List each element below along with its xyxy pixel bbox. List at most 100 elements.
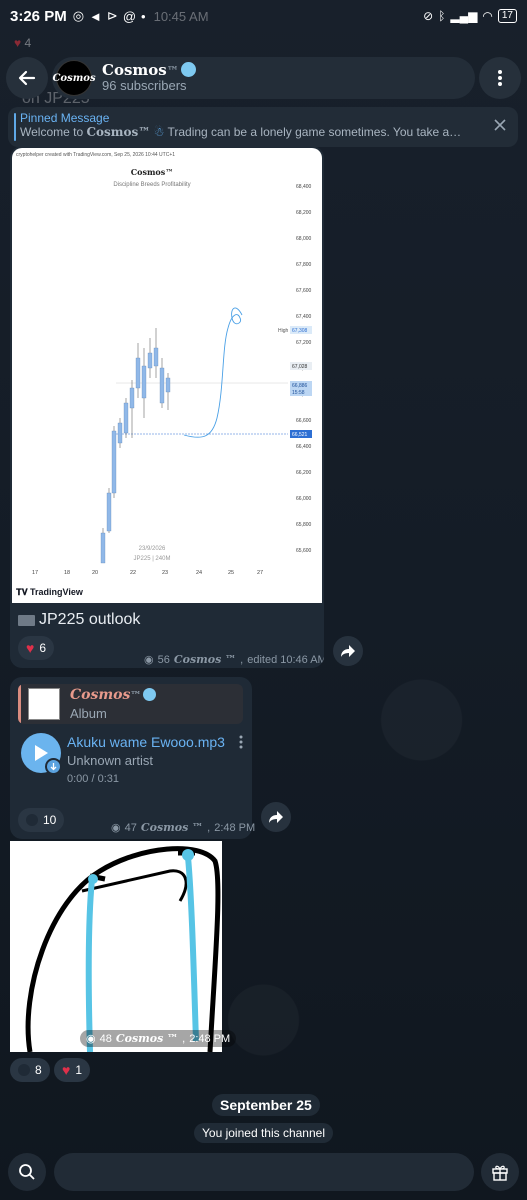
heart-reaction[interactable]: ♥ 1 (54, 1058, 90, 1082)
whatsapp-icon: ◎ (72, 8, 85, 23)
candle-body (141, 365, 147, 399)
price-tick-label: 66,000 (296, 496, 312, 502)
audio-menu-button[interactable] (239, 735, 243, 754)
price-tick-label: 68,400 (296, 184, 312, 190)
chart-header-note: cryptohelper created with TradingView.co… (16, 152, 175, 158)
time-tick-label: 20 (92, 570, 98, 576)
gift-button[interactable] (481, 1153, 519, 1191)
share-button[interactable] (261, 802, 291, 832)
price-box-1-value: 66,886 (292, 383, 308, 389)
view-count: 56 (157, 653, 170, 666)
more-vertical-icon (239, 735, 243, 749)
notification-icons: ◎ ◄ ⊳ @ • (73, 8, 146, 24)
message-audio-post[interactable]: Cosmos™ Album Akuku wame Ewooo.mp3 Unkno… (10, 677, 255, 839)
at-icon: @ (122, 8, 137, 24)
trademark-text: ™ (166, 63, 179, 78)
close-pinned-button[interactable] (494, 118, 506, 136)
channel-name-text: Cosmos (102, 60, 167, 79)
heart-icon: ♥ (62, 1062, 71, 1078)
more-menu-button[interactable] (479, 57, 521, 99)
download-button[interactable] (45, 758, 62, 775)
candles (100, 328, 171, 564)
date-separator: September 25 (212, 1094, 320, 1116)
time-tick-label: 27 (257, 570, 263, 576)
view-count: 47 (124, 821, 137, 834)
telegram-icon: ◄ (89, 8, 102, 24)
time-axis: 17 18 20 22 23 24 25 27 (32, 570, 263, 576)
signer: Cosmos ™ (173, 653, 237, 666)
reaction-chip[interactable]: 10 (18, 808, 65, 832)
watermark-symbol: JP225 | 240M (134, 556, 171, 562)
message-chart-post[interactable]: cryptohelper created with TradingView.co… (10, 146, 324, 668)
time-tick-label: 18 (64, 570, 70, 576)
search-button[interactable] (8, 1153, 46, 1191)
gift-icon (492, 1165, 508, 1181)
reaction-count: 8 (35, 1063, 42, 1077)
avatar-logo-text: Cosmos (52, 72, 96, 84)
pinned-message-bar[interactable]: Pinned Message Welcome to Cosmos™ ☃ Trad… (8, 107, 518, 147)
tradingview-chart: cryptohelper created with TradingView.co… (16, 152, 312, 597)
channel-title: Cosmos™ (102, 60, 196, 79)
price-tick-label: 66,200 (296, 470, 312, 476)
time-tick-label: 23 (162, 570, 168, 576)
price-tick-label: 66,400 (296, 444, 312, 450)
audio-title: Akuku wame Ewooo.mp3 (67, 734, 225, 750)
status-bar: 3:26 PM ◎ ◄ ⊳ @ • 10:45 AM ⊘ ᛒ ▂▄▆ ◠ 17 (0, 0, 527, 32)
tradingview-logo: 𝐓𝐕 (16, 587, 29, 597)
crying-sticker[interactable]: ◉ 48 Cosmos ™, 2:48 PM (10, 841, 237, 1053)
chart-image[interactable]: cryptohelper created with TradingView.co… (12, 148, 322, 603)
back-button[interactable] (6, 57, 48, 99)
bottom-input[interactable] (54, 1153, 474, 1191)
channel-avatar[interactable]: Cosmos (52, 60, 96, 96)
bluetooth-icon: ᛒ (438, 9, 446, 23)
ghost-time: 10:45 AM (153, 8, 209, 24)
reaction-emoji-icon (18, 1064, 30, 1076)
price-tick-label: 67,400 (296, 314, 312, 320)
view-count: 48 (99, 1032, 112, 1045)
price-box-1-sub: 15:58 (292, 390, 305, 396)
candle-body (165, 377, 171, 393)
eye-icon: ◉ (86, 1033, 96, 1045)
heart-reaction[interactable]: ♥ 6 (18, 636, 54, 660)
subscriber-count: 96 subscribers (102, 78, 187, 94)
time-tick-label: 24 (196, 570, 202, 576)
message-meta: ◉ 56 Cosmos ™, edited 10:46 AM (144, 653, 324, 666)
search-icon (19, 1164, 35, 1180)
high-label: High (278, 328, 289, 334)
ghost-reaction: ♥ 4 (14, 36, 32, 50)
pinned-label: Pinned Message (20, 111, 110, 125)
chart-subtitle: Discipline Breeds Profitability (113, 182, 190, 188)
channel-info[interactable]: Cosmos Cosmos™ 96 subscribers (52, 57, 475, 99)
candle-body (117, 422, 123, 444)
flag-icon (18, 614, 35, 626)
high-value: 67,308 (292, 328, 308, 334)
eye-icon: ◉ (111, 822, 121, 834)
current-price: 67,028 (292, 364, 308, 370)
share-button[interactable] (333, 636, 363, 666)
reaction-count: 1 (75, 1063, 82, 1077)
projection-arrow (183, 307, 243, 438)
reaction-count: 6 (39, 641, 46, 655)
app-icon: ⊳ (106, 8, 118, 23)
tradingview-brand: TradingView (30, 587, 84, 597)
wifi-icon: ◠ (482, 9, 493, 23)
caption-text: JP225 outlook (39, 611, 141, 628)
close-icon (494, 119, 506, 131)
signer: Cosmos ™ (115, 1032, 179, 1045)
dot-icon: • (141, 8, 146, 24)
system-icons: ⊘ ᛒ ▂▄▆ ◠ 17 (423, 9, 517, 23)
reply-preview[interactable]: Cosmos™ Album (18, 684, 243, 724)
pinned-text: Welcome to Cosmos™ ☃ Trading can be a lo… (20, 125, 462, 139)
chart-title: Cosmos™ (131, 167, 174, 177)
candle-body (135, 357, 141, 389)
chat-header: Cosmos Cosmos™ 96 subscribers (6, 57, 521, 99)
share-icon (341, 645, 355, 657)
reaction-chip[interactable]: 8 (10, 1058, 50, 1082)
candle-body (123, 402, 129, 434)
message-time: edited 10:46 AM (247, 653, 324, 666)
reaction-count: 10 (43, 813, 57, 827)
price-tick-label: 67,200 (296, 340, 312, 346)
price-tick-label: 68,200 (296, 210, 312, 216)
watermark-date: 23/9/2026 (139, 546, 166, 552)
message-meta: ◉ 48 Cosmos ™, 2:48 PM (80, 1030, 237, 1047)
